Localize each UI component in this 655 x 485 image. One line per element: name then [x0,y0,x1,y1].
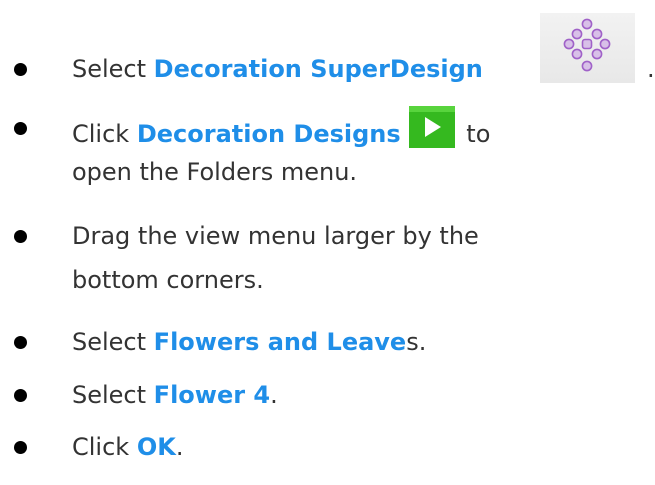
play-icon[interactable] [408,106,455,148]
step-text: Drag the view menu larger by the [72,222,479,250]
step-text: Select [72,55,154,83]
step-text-suffix: . [647,55,655,83]
step-text: to [458,120,491,148]
bullet [14,336,27,349]
step-text: . [175,433,184,461]
list-item-continuation: bottom corners. [72,266,264,294]
bullet [14,389,27,402]
list-item: Click Decoration Designs to [14,106,642,156]
bullet [14,122,27,135]
instruction-list: Select Decoration SuperDesign . Click De… [0,0,655,485]
list-item: Select Flower 4. [14,373,642,417]
step-text: s. [406,328,427,356]
list-item: Click OK. [14,425,642,469]
bullet [14,441,27,454]
step-text: . [270,381,278,409]
flowers-and-leaves-link: Flowers and Leave [153,328,407,356]
list-item-continuation: open the Folders menu. [72,158,358,186]
decoration-superdesign-icon[interactable] [540,13,635,83]
step-text: Click [72,120,137,148]
bullet [14,63,27,76]
decoration-designs-link: Decoration Designs [136,120,401,148]
bullet [14,230,27,243]
step-text: Click [72,433,137,461]
list-item: Drag the view menu larger by the [14,214,642,258]
step-text: Select [72,328,154,356]
list-item: Select Flowers and Leaves. [14,320,642,364]
ok-link: OK [136,433,176,461]
flower-4-link: Flower 4 [153,381,271,409]
step-text: Select [72,381,154,409]
decoration-superdesign-link: Decoration SuperDesign [153,55,483,83]
